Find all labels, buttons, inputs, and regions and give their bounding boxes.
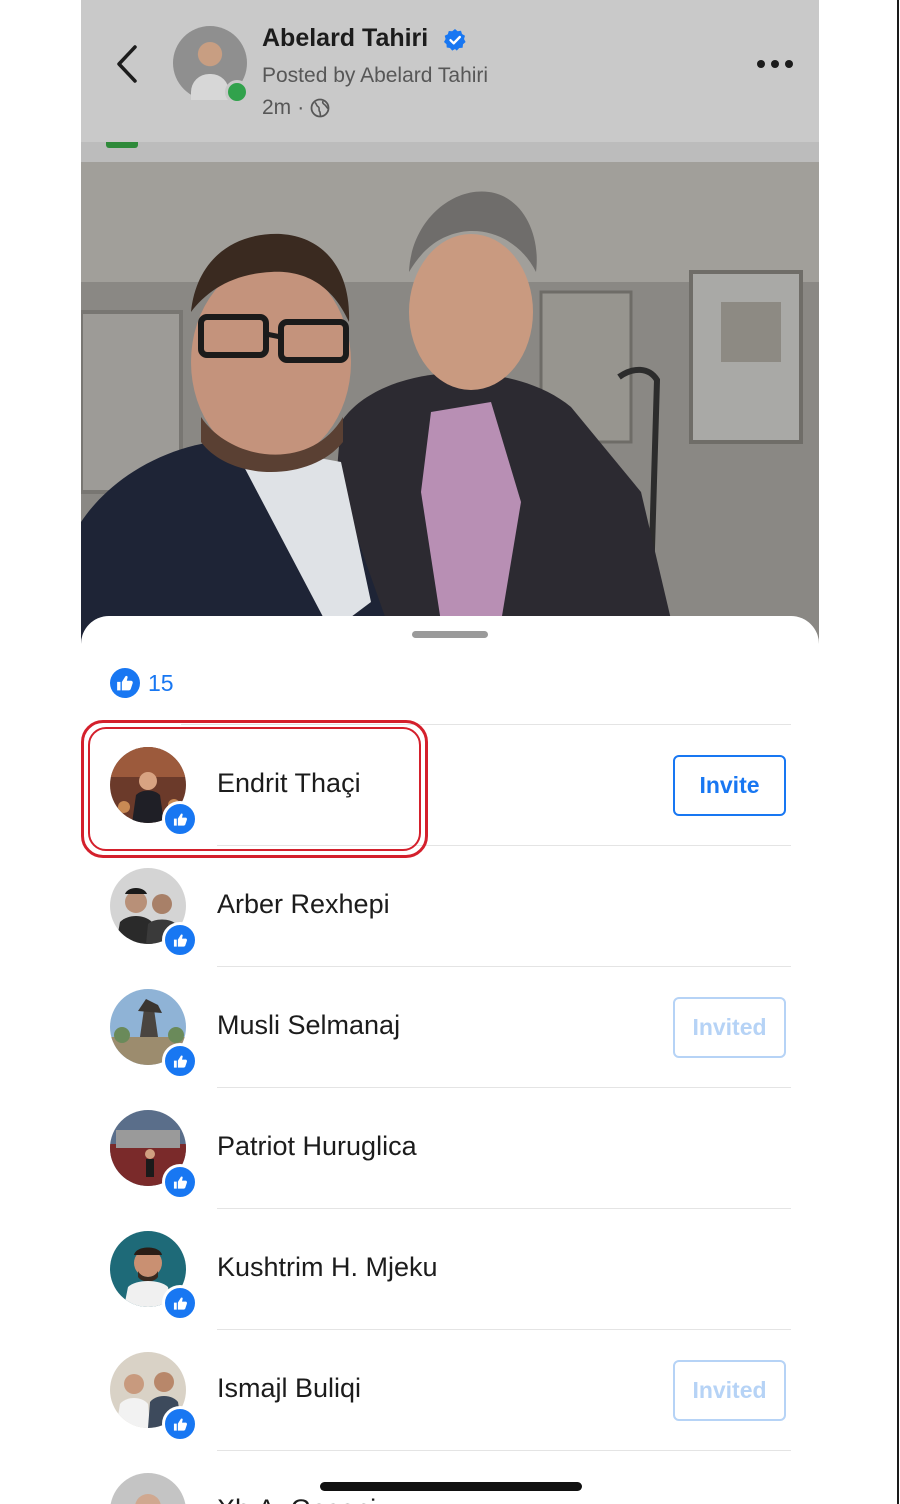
like-badge — [162, 922, 198, 958]
post-header: Abelard Tahiri Posted by Abelard Tahiri … — [81, 0, 819, 162]
post-time-row: 2m · — [262, 96, 330, 120]
more-dots-icon — [757, 60, 793, 68]
reactor-name[interactable]: Patriot Huruglica — [217, 1131, 417, 1162]
reactor-row[interactable]: Kushtrim H. Mjeku — [81, 1209, 819, 1330]
phone-screen: Abelard Tahiri Posted by Abelard Tahiri … — [81, 0, 819, 1504]
globe-icon — [310, 98, 330, 118]
like-badge — [162, 1285, 198, 1321]
reactor-avatar[interactable] — [110, 1473, 186, 1504]
reactor-name[interactable]: Kushtrim H. Mjeku — [217, 1252, 438, 1283]
time-separator: · — [297, 96, 305, 119]
invited-button[interactable]: Invited — [673, 1360, 786, 1421]
invited-button[interactable]: Invited — [673, 997, 786, 1058]
post-photo[interactable] — [81, 162, 819, 662]
reactor-row[interactable]: Arber Rexhepi — [81, 846, 819, 967]
like-badge — [162, 1043, 198, 1079]
verified-badge-icon — [444, 29, 466, 51]
reactor-name[interactable]: Arber Rexhepi — [217, 889, 390, 920]
online-status-dot — [225, 80, 249, 104]
thumbs-up-icon — [173, 934, 187, 947]
author-name[interactable]: Abelard Tahiri — [262, 24, 428, 53]
reactor-name[interactable]: Ismajl Buliqi — [217, 1373, 361, 1404]
reaction-summary[interactable]: 15 — [110, 668, 174, 698]
reactor-name[interactable]: Musli Selmanaj — [217, 1010, 400, 1041]
thumbs-up-icon — [117, 675, 133, 691]
invite-button[interactable]: Invite — [673, 755, 786, 816]
like-badge — [162, 1164, 198, 1200]
posted-by-label: Posted by Abelard Tahiri — [262, 64, 489, 87]
reactor-row[interactable]: Patriot Huruglica — [81, 1088, 819, 1209]
sheet-grabber[interactable] — [412, 631, 488, 638]
thumbs-up-icon — [173, 1176, 187, 1189]
reactor-row[interactable]: Musli Selmanaj Invited — [81, 967, 819, 1088]
thumbs-up-icon — [173, 1055, 187, 1068]
like-reaction-badge — [110, 668, 140, 698]
highlight-annotation — [81, 720, 428, 858]
header-divider — [81, 142, 819, 162]
back-button[interactable] — [103, 36, 151, 92]
reactor-name[interactable]: Xh.A. Gasani — [217, 1494, 376, 1504]
like-badge — [162, 1406, 198, 1442]
post-time: 2m — [262, 96, 292, 119]
reactor-row[interactable]: Xh.A. Gasani — [81, 1451, 819, 1504]
reaction-count: 15 — [148, 669, 174, 696]
home-indicator[interactable] — [320, 1482, 582, 1491]
more-options-button[interactable] — [751, 46, 799, 82]
thumbs-up-icon — [173, 1297, 187, 1310]
back-chevron-icon — [117, 45, 137, 83]
page-edge-rule — [897, 0, 899, 1504]
reactor-row[interactable]: Ismajl Buliqi Invited — [81, 1330, 819, 1451]
thumbs-up-icon — [173, 1418, 187, 1431]
